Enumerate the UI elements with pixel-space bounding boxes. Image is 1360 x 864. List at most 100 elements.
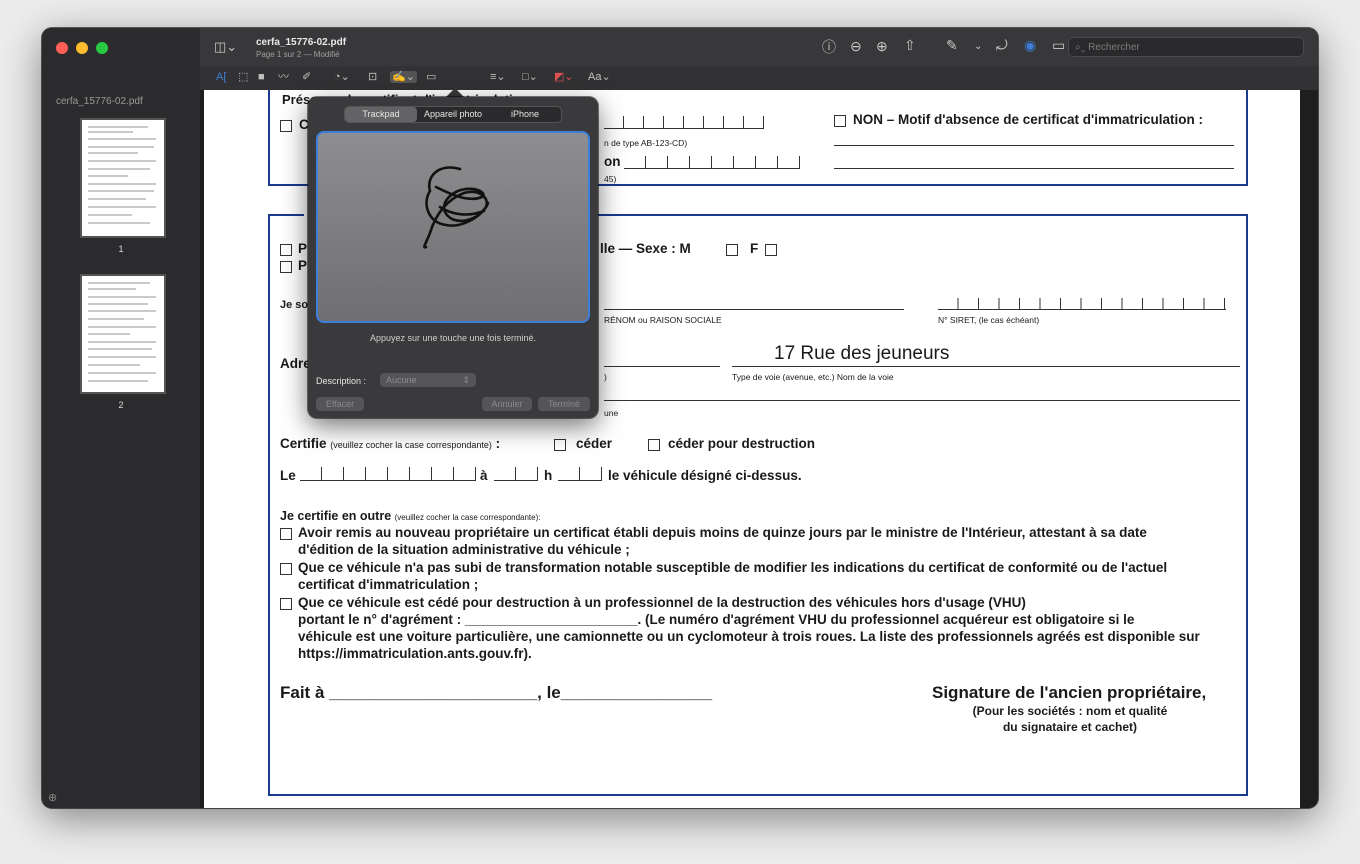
fill-color-icon[interactable]: ◩⌄ — [554, 71, 574, 83]
le-label: Le — [280, 468, 296, 483]
rect-selection-icon[interactable]: ⬚ — [238, 71, 248, 83]
fait-a-line[interactable]: Fait à ______________________, le_______… — [280, 683, 712, 703]
page-thumbnail-number: 1 — [118, 244, 124, 254]
commune-line[interactable] — [604, 400, 1240, 401]
heure-field[interactable] — [494, 467, 538, 481]
note-icon[interactable]: ▭ — [426, 71, 436, 83]
date-cession-field[interactable] — [300, 467, 476, 481]
popover-arrow — [446, 88, 464, 97]
search-field[interactable]: ⌕⌄ Rechercher — [1068, 37, 1304, 57]
border-color-icon[interactable]: □⌄ — [522, 71, 538, 83]
shape-style-icon[interactable]: ≡⌄ — [490, 71, 506, 83]
adresse-label: Adre — [280, 356, 311, 371]
a-label: à — [480, 468, 488, 483]
page-thumbnail-1[interactable] — [80, 118, 166, 238]
text-style-icon[interactable]: Aa⌄ — [588, 71, 611, 83]
share-icon[interactable]: ⇧ — [904, 38, 916, 52]
text-selection-icon[interactable]: A[ — [216, 71, 226, 83]
p1-label: P — [298, 241, 308, 256]
s1-line2b: 45) — [604, 174, 617, 184]
main-toolbar: ◫⌄ cerfa_15776-02.pdf Page 1 sur 2 — Mod… — [200, 28, 1318, 67]
signature-drawing-pad[interactable] — [316, 131, 590, 323]
motif-line-1[interactable] — [834, 145, 1234, 146]
sidebar-toggle-icon[interactable]: ◫⌄ — [214, 40, 237, 54]
chevron-updown-icon: ⇕ — [462, 375, 470, 385]
document-title: cerfa_15776-02.pdf — [256, 37, 347, 48]
form-fill-icon[interactable]: ▭ — [1052, 38, 1065, 52]
cancel-button[interactable]: Annuler — [482, 397, 532, 411]
document-subtitle: Page 1 sur 2 — Modifié — [256, 50, 340, 59]
signature-sub-2: du signataire et cachet) — [1002, 720, 1138, 734]
text-box-icon[interactable]: ⊡ — [368, 71, 377, 83]
street-value[interactable]: 17 Rue des jeuneurs — [774, 343, 949, 365]
redact-icon[interactable]: ■ — [258, 71, 265, 83]
sketch-icon[interactable]: 〰 — [278, 71, 289, 83]
add-icon[interactable]: ⊕ — [48, 791, 57, 804]
je-soussigne-label: Je so — [280, 299, 309, 311]
page-thumbnail-2[interactable] — [80, 274, 166, 394]
option-3-checkbox[interactable] — [280, 598, 292, 610]
siret-field[interactable] — [938, 298, 1226, 310]
zoom-out-icon[interactable]: ⊖ — [850, 39, 862, 53]
sexe-f-checkbox[interactable] — [765, 244, 777, 256]
tab-iphone[interactable]: iPhone — [489, 107, 561, 122]
zoom-button[interactable] — [96, 42, 108, 54]
rotate-icon[interactable]: ⤾ — [996, 38, 1008, 52]
s1-line2a: on — [604, 154, 621, 169]
search-placeholder: Rechercher — [1088, 42, 1140, 53]
option-3-line-4: https://immatriculation.ants.gouv.fr). — [298, 646, 532, 661]
ceder-label: céder — [576, 436, 613, 451]
commune-label: une — [604, 408, 619, 418]
sexe-f-label: F — [750, 241, 759, 256]
clear-button[interactable]: Effacer — [316, 397, 364, 411]
description-value: Aucune — [386, 375, 417, 385]
personne-morale-checkbox[interactable] — [280, 261, 292, 273]
ceder-destruction-label: céder pour destruction — [668, 436, 816, 451]
oui-checkbox[interactable] — [280, 120, 292, 132]
option-1-checkbox[interactable] — [280, 528, 292, 540]
date-field[interactable] — [624, 156, 800, 169]
signature-hint: Appuyez sur une touche une fois terminé. — [369, 333, 537, 343]
ceder-destruction-checkbox[interactable] — [648, 439, 660, 451]
description-label: Description : — [316, 376, 367, 386]
nom-field-line[interactable] — [604, 309, 904, 310]
non-motif-label: NON – Motif d'absence de certificat d'im… — [853, 112, 1203, 127]
immat-number-field[interactable] — [604, 116, 764, 129]
done-button[interactable]: Terminé — [538, 397, 590, 411]
option-3-line-1: Que ce véhicule est cédé pour destructio… — [298, 595, 1026, 610]
je-certifie-text: Je certifie en outre — [280, 509, 392, 523]
je-certifie-label: Je certifie en outre (veuillez cocher la… — [280, 509, 541, 523]
non-checkbox[interactable] — [834, 115, 846, 127]
draw-icon[interactable]: ✐ — [302, 71, 311, 83]
signature-source-segmented-control: Trackpad Appareil photo iPhone — [344, 106, 562, 123]
sidebar-filename: cerfa_15776-02.pdf — [56, 96, 143, 107]
street-field-line[interactable] — [732, 366, 1240, 367]
markup-pen-icon[interactable]: ✎ — [946, 38, 958, 52]
h-label: h — [544, 468, 553, 483]
numero-line[interactable] — [604, 366, 720, 367]
personne-physique-checkbox[interactable] — [280, 244, 292, 256]
tab-camera[interactable]: Appareil photo — [417, 107, 489, 122]
signature-icon[interactable]: ✍⌄ — [390, 71, 417, 83]
description-select[interactable]: Aucune ⇕ — [380, 373, 476, 387]
close-button[interactable] — [56, 42, 68, 54]
minute-field[interactable] — [558, 467, 602, 481]
sexe-label: lle — Sexe : M — [600, 241, 691, 256]
paren-label: ) — [604, 372, 607, 382]
markup-toolbar-icon[interactable]: ◉ — [1024, 38, 1036, 52]
siret-label: N° SIRET, (le cas échéant) — [938, 315, 1040, 325]
zoom-in-icon[interactable]: ⊕ — [876, 39, 888, 53]
option-2-line-2: certificat d'immatriculation ; — [298, 577, 479, 592]
option-2-checkbox[interactable] — [280, 563, 292, 575]
signature-sub-1: (Pour les sociétés : nom et qualité — [972, 704, 1168, 718]
shapes-icon[interactable]: ◔⌄ — [334, 71, 350, 83]
sexe-m-checkbox[interactable] — [726, 244, 738, 256]
motif-line-2[interactable] — [834, 168, 1234, 169]
tab-trackpad[interactable]: Trackpad — [345, 107, 417, 122]
search-icon: ⌕⌄ — [1075, 42, 1089, 53]
minimize-button[interactable] — [76, 42, 88, 54]
ceder-checkbox[interactable] — [554, 439, 566, 451]
markup-menu-chevron-icon[interactable]: ⌄ — [974, 40, 982, 54]
info-icon[interactable]: ⓘ — [822, 40, 836, 54]
certifie-hint: (veuillez cocher la case correspondante) — [330, 440, 492, 450]
